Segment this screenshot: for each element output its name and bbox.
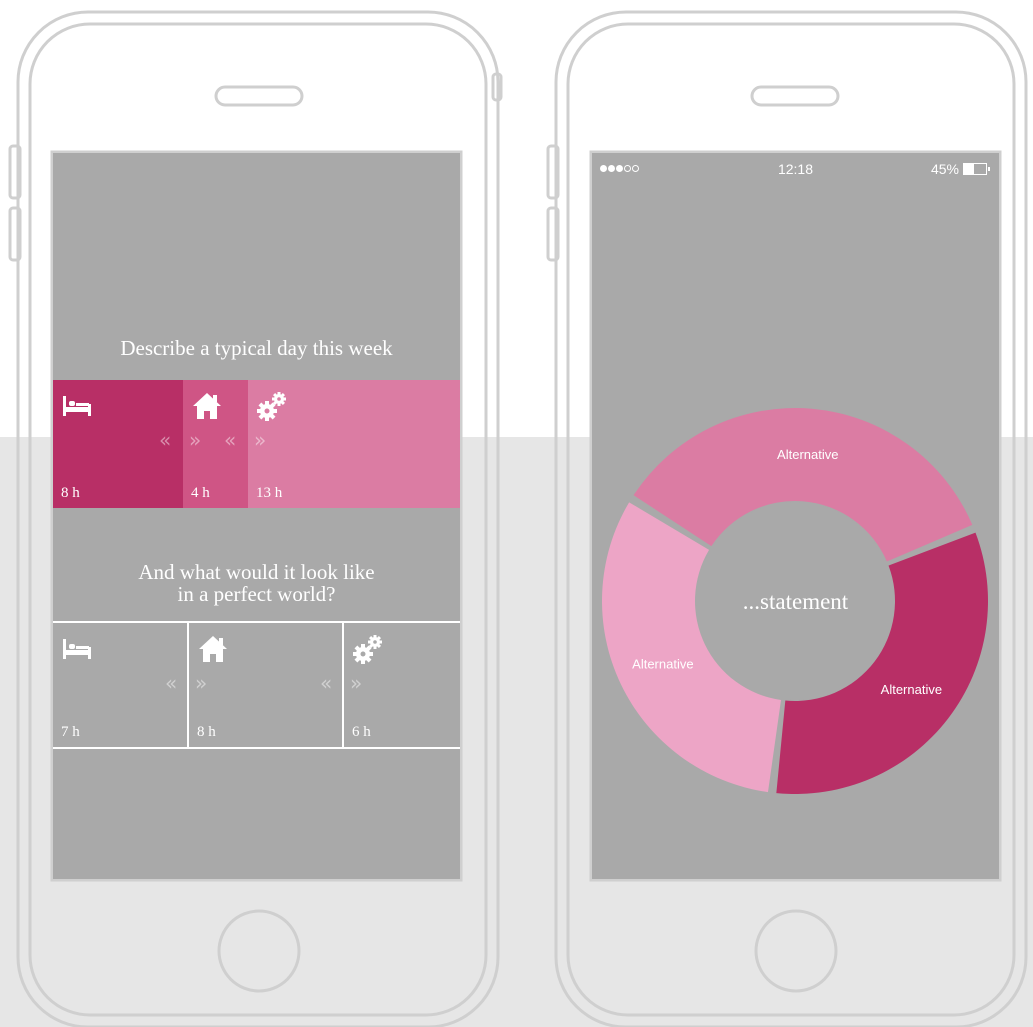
donut-segment-label: Alternative bbox=[777, 447, 838, 462]
typical-home-hours: 4 h bbox=[191, 485, 210, 501]
home-icon bbox=[193, 393, 221, 419]
bed-icon bbox=[63, 639, 91, 659]
perfect-home-hours: 8 h bbox=[197, 724, 216, 740]
gears-icon bbox=[257, 392, 286, 421]
right-side-button-2 bbox=[546, 206, 560, 262]
question-typical-day: Describe a typical day this week bbox=[120, 336, 393, 360]
perfect-work-hours: 6 h bbox=[352, 724, 371, 740]
typical-work-segment[interactable]: 13 h bbox=[248, 380, 460, 508]
drag-handle-right-icon[interactable]: » bbox=[350, 671, 362, 695]
drag-handle-right-icon[interactable]: » bbox=[254, 428, 266, 452]
home-icon bbox=[199, 636, 227, 662]
right-side-button bbox=[546, 144, 560, 200]
perfect-day-bar[interactable]: 7 h 8 h 6 h « » « » bbox=[53, 621, 460, 749]
drag-handle-right-icon[interactable]: » bbox=[195, 671, 207, 695]
left-side-button bbox=[8, 144, 22, 200]
center-statement: ...statement bbox=[742, 589, 849, 614]
drag-handle-left-icon[interactable]: « bbox=[224, 428, 236, 452]
perfect-sleep-hours: 7 h bbox=[61, 724, 80, 740]
drag-handle-left-icon[interactable]: « bbox=[159, 428, 171, 452]
question-perfect-day: And what would it look like in a perfect… bbox=[138, 560, 375, 606]
drag-handle-left-icon[interactable]: « bbox=[320, 671, 332, 695]
donut-segment-label: Alternative bbox=[632, 656, 693, 671]
left-home-button bbox=[217, 909, 301, 993]
bed-icon bbox=[63, 396, 91, 416]
right-screen: 12:18 45% Alternative Alternative Alternat… bbox=[592, 153, 999, 879]
drag-handle-left-icon[interactable]: « bbox=[165, 671, 177, 695]
left-side-button-2 bbox=[8, 206, 22, 262]
right-speaker bbox=[750, 85, 840, 107]
right-home-button bbox=[754, 909, 838, 993]
typical-work-hours: 13 h bbox=[256, 485, 283, 501]
typical-sleep-hours: 8 h bbox=[61, 485, 80, 501]
typical-day-bar[interactable]: 8 h 4 h 13 h « » « » bbox=[53, 380, 460, 508]
drag-handle-right-icon[interactable]: » bbox=[189, 428, 201, 452]
donut-chart[interactable]: Alternative Alternative Alternative bbox=[592, 153, 999, 879]
donut-segment-label: Alternative bbox=[881, 682, 942, 697]
left-speaker bbox=[214, 85, 304, 107]
gears-icon bbox=[353, 635, 382, 664]
left-screen: Describe a typical day this week 8 h 4 h bbox=[53, 153, 460, 879]
